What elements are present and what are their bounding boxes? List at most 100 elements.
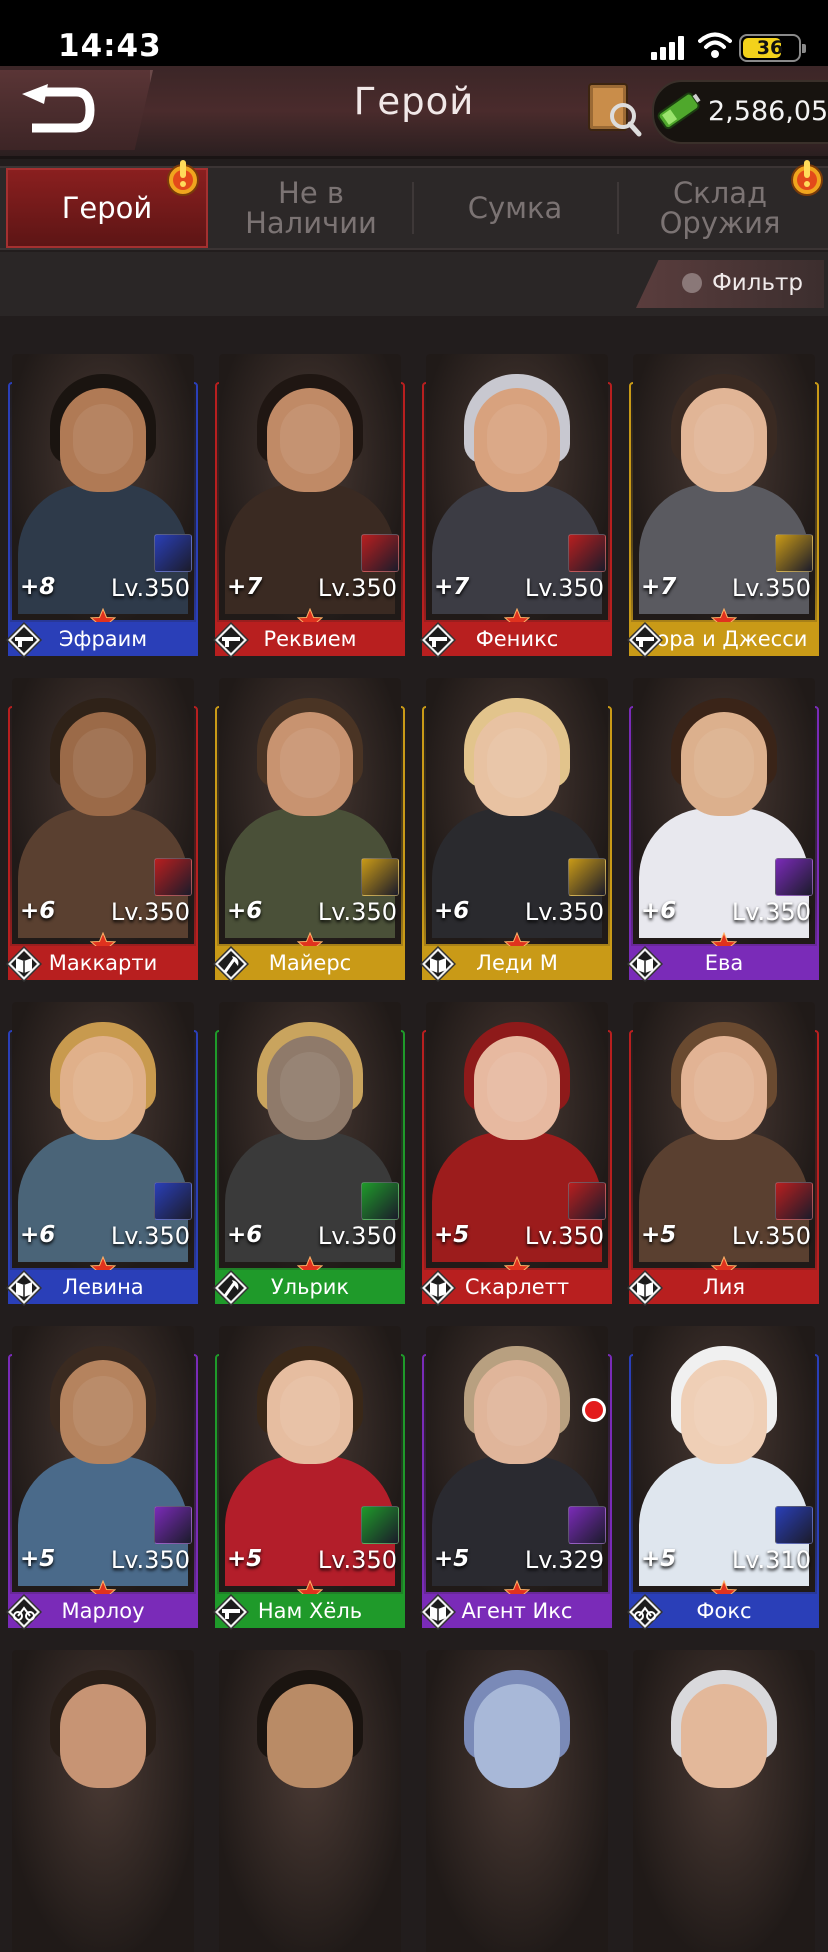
hero-card[interactable]: +7 Lv.350 Реквием: [213, 354, 405, 658]
hero-plus: +6: [20, 898, 56, 924]
hero-card[interactable]: +6 Lv.350 Ульрик: [213, 1002, 405, 1306]
wifi-icon: [698, 32, 732, 58]
hero-level: Lv.350: [317, 574, 397, 602]
hero-card[interactable]: +6 Lv.350 Ева: [627, 678, 819, 982]
hero-card[interactable]: +5 Lv.350 Нам Хёль: [213, 1326, 405, 1630]
tab-hero-label: Герой: [61, 191, 153, 225]
hero-name: Эфраим: [58, 627, 148, 651]
hero-face: [60, 1684, 146, 1788]
weapon-icon: [568, 534, 606, 572]
hero-card[interactable]: [8, 1650, 198, 1952]
status-bar: 14:43 36: [0, 0, 828, 66]
hero-card[interactable]: +7 Lv.350 Лора и Джесси: [627, 354, 819, 658]
hero-level: Lv.350: [524, 574, 604, 602]
bike-class-icon: [627, 1594, 663, 1630]
hero-level: Lv.350: [524, 898, 604, 926]
hero-plus: +6: [641, 898, 677, 924]
hero-level: Lv.329: [524, 1546, 604, 1574]
gun-class-icon: [6, 622, 42, 658]
currency-display[interactable]: 2,586,057: [652, 80, 828, 144]
filter-button[interactable]: Фильтр: [636, 260, 824, 308]
hero-plus: +7: [641, 574, 677, 600]
hero-plus: +5: [641, 1222, 677, 1248]
weapon-icon: [568, 1506, 606, 1544]
book-class-icon: [6, 946, 42, 982]
hero-plus: +5: [641, 1546, 677, 1572]
hero-face: [267, 1684, 353, 1788]
alert-icon: [167, 160, 199, 196]
hero-card[interactable]: [629, 1650, 819, 1952]
hero-card[interactable]: +5 Lv.350 Марлоу: [6, 1326, 198, 1630]
hero-name: Лора и Джесси: [640, 627, 808, 651]
tab-bar: Герой Не в Наличии Сумка Склад Оружия: [0, 160, 828, 250]
hero-level: Lv.310: [731, 1546, 811, 1574]
hero-card[interactable]: +5 Lv.350 Лия: [627, 1002, 819, 1306]
hero-name: Маккарти: [48, 951, 158, 975]
hero-card[interactable]: +6 Lv.350 Леди М: [420, 678, 612, 982]
hero-card[interactable]: [215, 1650, 405, 1952]
hero-plus: +8: [20, 574, 56, 600]
hero-face: [474, 1684, 560, 1788]
hero-plus: +5: [434, 1546, 470, 1572]
book-class-icon: [6, 1270, 42, 1306]
hero-level: Lv.350: [110, 898, 190, 926]
hero-card[interactable]: +5 Lv.350 Скарлетт: [420, 1002, 612, 1306]
book-class-icon: [420, 1594, 456, 1630]
tab-not-available[interactable]: Не в Наличии: [210, 168, 412, 248]
battery-level: 36: [756, 37, 784, 59]
hero-plus: +6: [227, 1222, 263, 1248]
tab-weapon-storage-label: Склад Оружия: [659, 176, 781, 240]
weapon-icon: [361, 534, 399, 572]
weapon-icon: [361, 858, 399, 896]
gun-class-icon: [213, 622, 249, 658]
check-icon: [682, 273, 702, 293]
weapon-icon: [154, 1506, 192, 1544]
hero-card[interactable]: +5 Lv.329 Агент Икс: [420, 1326, 612, 1630]
hero-portrait: [12, 1650, 194, 1952]
hero-plus: +7: [227, 574, 263, 600]
notification-dot: [582, 1398, 606, 1422]
weapon-icon: [775, 1506, 813, 1544]
header-bar: Герой 2,586,057: [0, 66, 828, 159]
hero-plus: +6: [227, 898, 263, 924]
hero-level: Lv.350: [110, 1222, 190, 1250]
weapon-icon: [361, 1506, 399, 1544]
hero-name: Марлоу: [61, 1599, 145, 1623]
weapon-icon: [154, 858, 192, 896]
hero-level: Lv.350: [731, 898, 811, 926]
hero-card[interactable]: +6 Lv.350 Майерс: [213, 678, 405, 982]
hero-name: Майерс: [268, 951, 352, 975]
hero-portrait: [426, 1650, 608, 1952]
hero-card[interactable]: +7 Lv.350 Феникс: [420, 354, 612, 658]
hero-card[interactable]: +6 Lv.350 Левина: [6, 1002, 198, 1306]
hero-card[interactable]: +5 Lv.310 Фокс: [627, 1326, 819, 1630]
hero-level: Lv.350: [110, 1546, 190, 1574]
hero-name: Фокс: [696, 1599, 752, 1623]
tab-bag-label: Сумка: [467, 191, 563, 225]
hero-level: Lv.350: [731, 1222, 811, 1250]
hero-manual-icon[interactable]: [583, 76, 643, 140]
weapon-icon: [775, 534, 813, 572]
book-class-icon: [420, 946, 456, 982]
hero-name: Ева: [704, 951, 744, 975]
hero-level: Lv.350: [110, 574, 190, 602]
gun-class-icon: [213, 1594, 249, 1630]
hero-card[interactable]: +6 Lv.350 Маккарти: [6, 678, 198, 982]
hero-card[interactable]: [422, 1650, 612, 1952]
hero-plus: +6: [20, 1222, 56, 1248]
tab-bag[interactable]: Сумка: [414, 168, 616, 248]
battery-cell-icon: [657, 92, 701, 130]
hero-portrait: [633, 1650, 815, 1952]
filter-bar: Фильтр: [0, 252, 828, 316]
weapon-icon: [775, 1182, 813, 1220]
book-class-icon: [627, 946, 663, 982]
battery-icon: 36: [739, 34, 806, 62]
hero-name: Лия: [702, 1275, 746, 1299]
hero-card[interactable]: +8 Lv.350 Эфраим: [6, 354, 198, 658]
hero-name: Нам Хёль: [257, 1599, 363, 1623]
hero-level: Lv.350: [317, 1546, 397, 1574]
weapon-icon: [154, 1182, 192, 1220]
hero-plus: +7: [434, 574, 470, 600]
gun-class-icon: [627, 622, 663, 658]
hero-portrait: [219, 1650, 401, 1952]
